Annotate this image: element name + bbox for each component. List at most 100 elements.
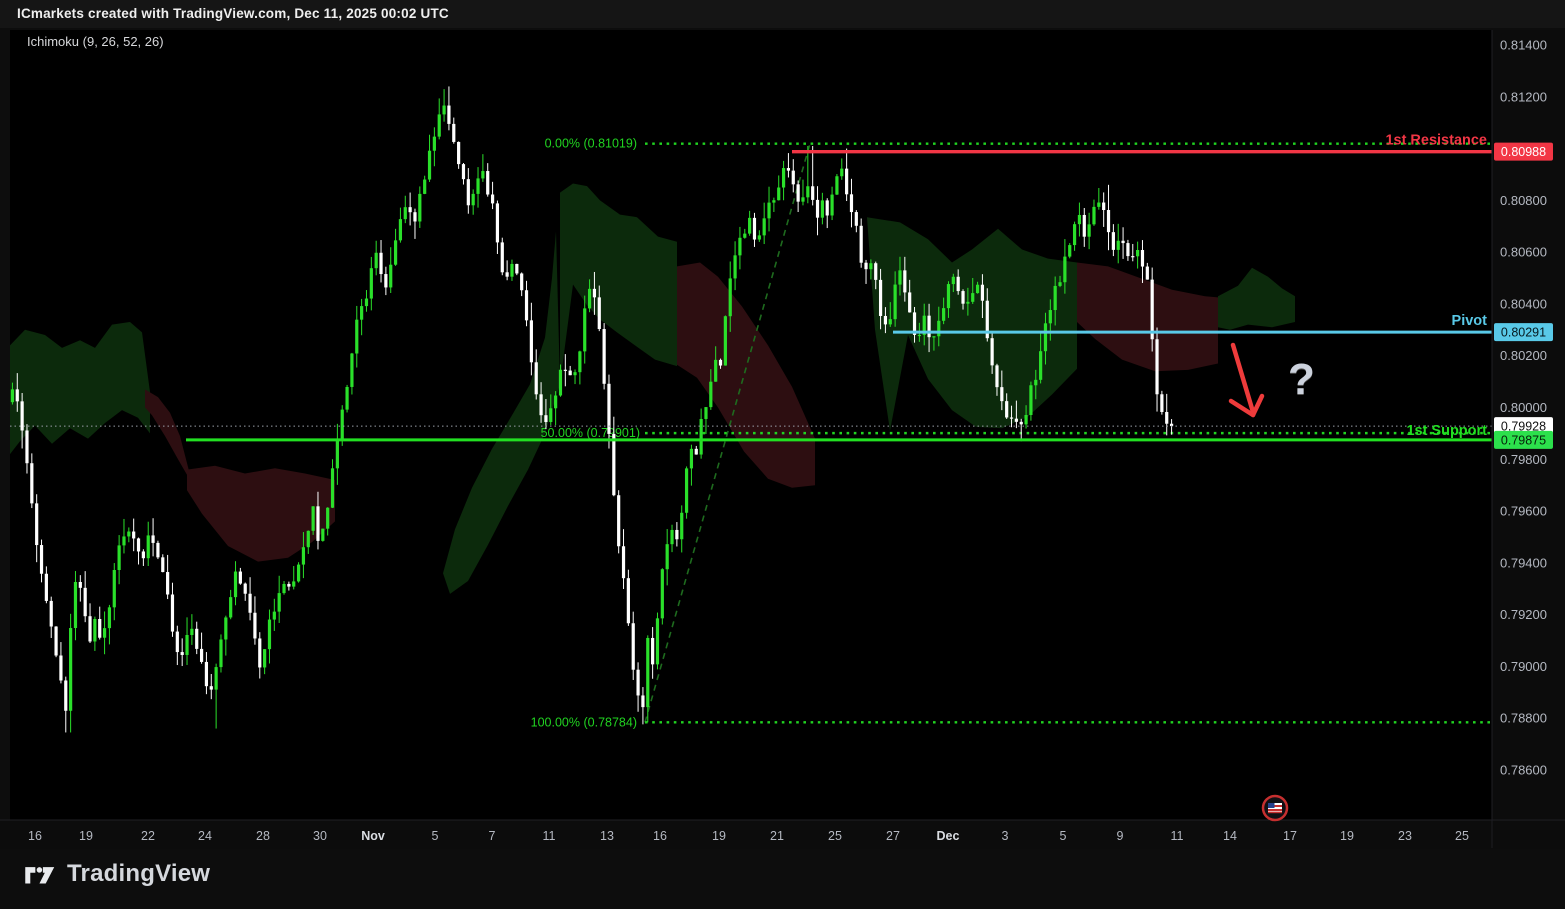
candle-body — [927, 316, 930, 337]
tradingview-logo[interactable]: TradingView — [24, 858, 210, 890]
candle-body — [428, 151, 431, 180]
candle-body — [467, 179, 470, 205]
candle-body — [79, 582, 82, 588]
candle-body — [370, 268, 373, 298]
candle-body — [1083, 215, 1086, 237]
time-tick-label: Dec — [937, 829, 960, 843]
candle-body — [680, 513, 683, 539]
candle-body — [234, 572, 237, 598]
time-tick-label: 14 — [1223, 829, 1237, 843]
candle-body — [763, 218, 766, 235]
candle-body — [1068, 245, 1071, 257]
candle-body — [947, 284, 950, 308]
chart-canvas[interactable]: 0.00% (0.81019)50.00% (0.79901)100.00% (… — [0, 0, 1565, 909]
price-badge-text: 0.79875 — [1501, 433, 1546, 447]
price-tick-label: 0.80400 — [1500, 296, 1547, 311]
candle-body — [578, 351, 581, 372]
candle-body — [617, 495, 620, 546]
candle — [860, 219, 863, 268]
candle-body — [127, 532, 130, 537]
candle-body — [656, 618, 659, 664]
candle-body — [869, 263, 872, 269]
candle-body — [389, 265, 392, 288]
price-badge-text: 0.80988 — [1501, 145, 1546, 159]
candle-body — [535, 362, 538, 394]
price-tick-label: 0.78800 — [1500, 711, 1547, 726]
candle-body — [1151, 280, 1154, 340]
candle — [685, 466, 688, 518]
price-badge-text: 0.80291 — [1501, 326, 1546, 340]
tradingview-logo-text: TradingView — [67, 860, 210, 888]
candle-body — [782, 168, 785, 187]
candle-body — [733, 255, 736, 278]
time-tick-label: 7 — [489, 829, 496, 843]
candle-body — [758, 235, 761, 239]
candle-body — [25, 430, 28, 463]
candle-body — [486, 171, 489, 194]
candle — [661, 568, 664, 624]
candle-body — [113, 570, 116, 607]
candle-body — [253, 613, 256, 639]
candle-body — [981, 285, 984, 301]
candle-body — [840, 169, 843, 177]
candle-body — [142, 551, 145, 558]
candle-body — [1049, 310, 1052, 323]
price-tick-label: 0.79000 — [1500, 659, 1547, 674]
candle-body — [636, 670, 639, 696]
candle-body — [957, 277, 960, 291]
candle-body — [1117, 241, 1120, 250]
candle-body — [394, 240, 397, 264]
fib-level-label: 50.00% (0.79901) — [541, 426, 640, 440]
question-mark-annotation[interactable]: ? — [1288, 358, 1315, 402]
candle-body — [874, 263, 877, 280]
candle-body — [1112, 232, 1115, 250]
indicator-legend[interactable]: Ichimoku (9, 26, 52, 26) — [27, 34, 164, 49]
candle-body — [1165, 412, 1168, 424]
time-tick-label: 19 — [712, 829, 726, 843]
candle-body — [103, 628, 106, 638]
candle-body — [54, 627, 57, 656]
candle-body — [98, 619, 101, 638]
trading-chart-window: { "header": { "attribution": "ICmarkets … — [0, 0, 1565, 909]
candle — [312, 506, 315, 535]
candle-body — [748, 218, 751, 234]
candle-body — [35, 503, 38, 545]
candle-body — [93, 619, 96, 641]
candle-body — [268, 620, 271, 650]
candle-body — [937, 321, 940, 336]
candle — [515, 264, 518, 275]
candle-body — [282, 584, 285, 593]
candle-body — [622, 546, 625, 578]
candle-body — [472, 194, 475, 205]
candle-body — [69, 628, 72, 711]
candle-body — [263, 649, 266, 667]
candle-body — [510, 264, 513, 277]
candle-body — [573, 372, 576, 375]
candle-body — [569, 371, 572, 376]
candle-body — [767, 203, 770, 219]
candle-body — [1092, 207, 1095, 224]
candle-body — [1020, 422, 1023, 425]
candle-body — [879, 280, 882, 316]
candle-body — [801, 197, 804, 201]
candle-body — [559, 370, 562, 396]
candle-body — [632, 623, 635, 669]
candle-body — [21, 401, 24, 430]
candle-body — [588, 289, 591, 309]
candle-body — [384, 274, 387, 287]
candle-body — [195, 629, 198, 649]
candle-body — [903, 270, 906, 292]
candle-body — [1054, 286, 1057, 310]
us-flag-event-icon[interactable] — [1263, 796, 1287, 820]
candle-body — [530, 320, 533, 362]
time-tick-label: 30 — [313, 829, 327, 843]
candle-body — [932, 336, 935, 337]
candle-body — [171, 594, 174, 631]
candle-body — [205, 662, 208, 686]
candle-body — [729, 278, 732, 316]
flag-stripe — [1268, 809, 1282, 811]
candle-body — [156, 543, 159, 557]
candle-body — [1088, 224, 1091, 236]
price-tick-label: 0.78600 — [1500, 762, 1547, 777]
candle-body — [365, 299, 368, 307]
